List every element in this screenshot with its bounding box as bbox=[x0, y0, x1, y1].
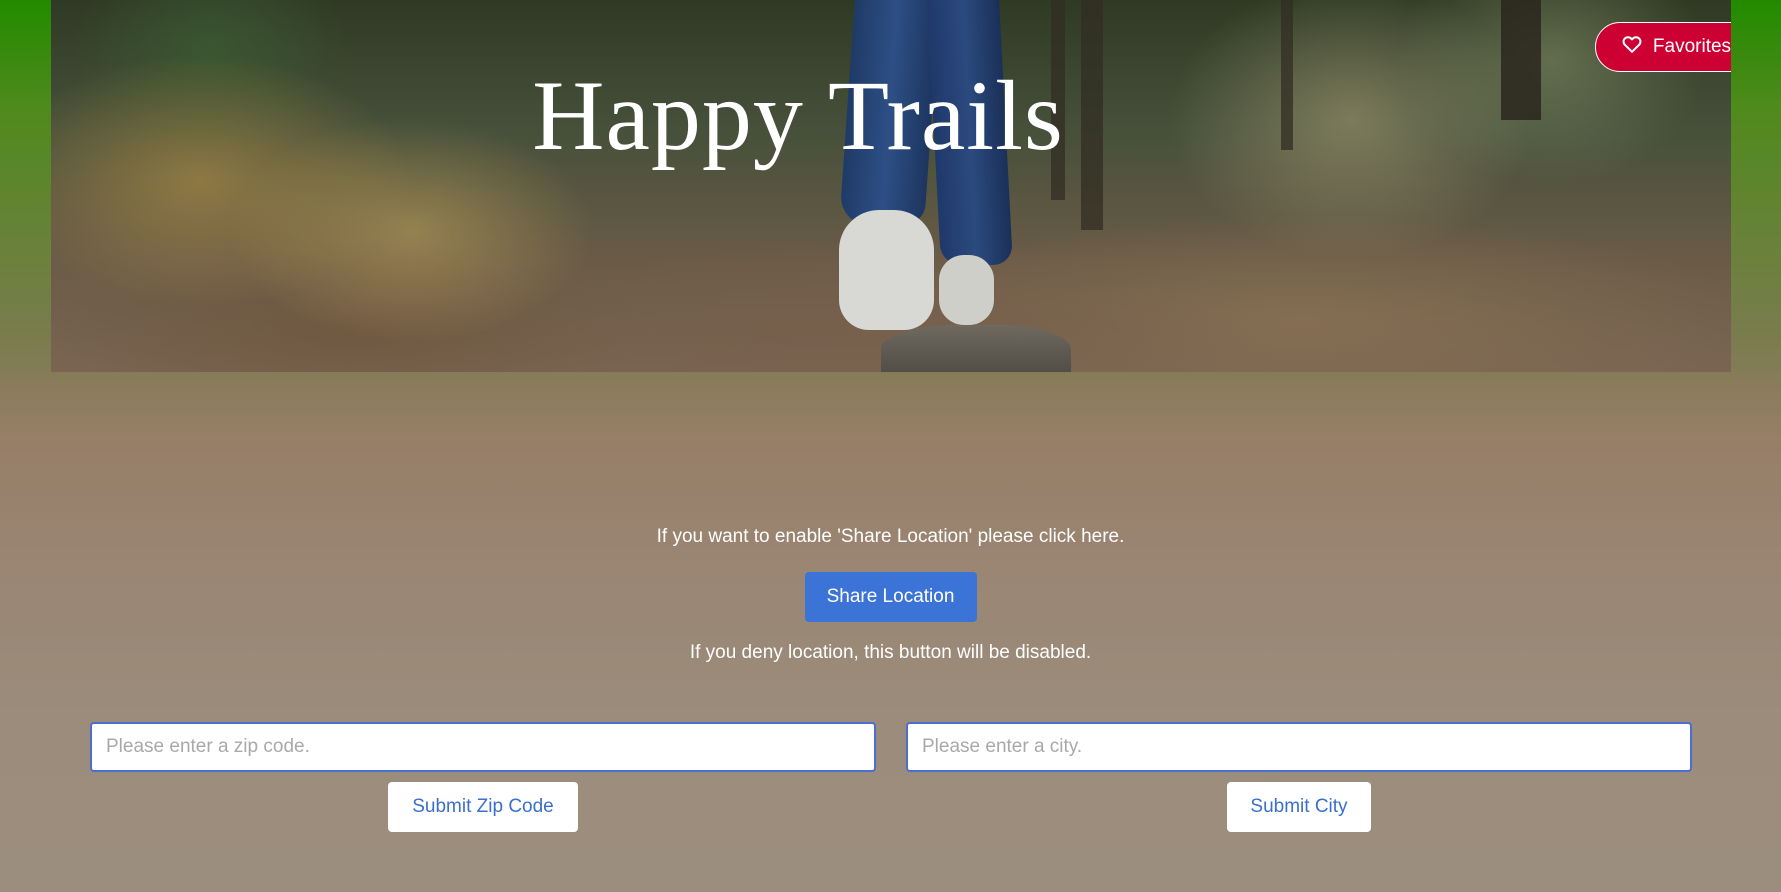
favorites-label: Favorites bbox=[1652, 36, 1731, 57]
hero-banner: Happy Trails Favorites bbox=[51, 0, 1731, 372]
city-input[interactable]: Please enter a city. bbox=[906, 722, 1692, 772]
zip-code-input[interactable]: Please enter a zip code. bbox=[90, 722, 876, 772]
heart-icon bbox=[1621, 33, 1643, 61]
hiker-legs bbox=[799, 0, 1013, 372]
submit-zip-code-button[interactable]: Submit Zip Code bbox=[388, 782, 578, 832]
share-location-section: If you want to enable 'Share Location' p… bbox=[0, 522, 1781, 668]
page-title: Happy Trails bbox=[532, 60, 1064, 171]
share-location-deny-note: If you deny location, this button will b… bbox=[689, 642, 1092, 663]
share-location-button[interactable]: Share Location bbox=[804, 572, 977, 622]
zip-code-placeholder: Please enter a zip code. bbox=[106, 736, 310, 757]
submit-city-button[interactable]: Submit City bbox=[1227, 782, 1371, 832]
favorites-button[interactable]: Favorites bbox=[1595, 22, 1731, 72]
log bbox=[881, 325, 1071, 372]
share-location-prompt: If you want to enable 'Share Location' p… bbox=[656, 526, 1125, 547]
city-placeholder: Please enter a city. bbox=[922, 736, 1083, 757]
